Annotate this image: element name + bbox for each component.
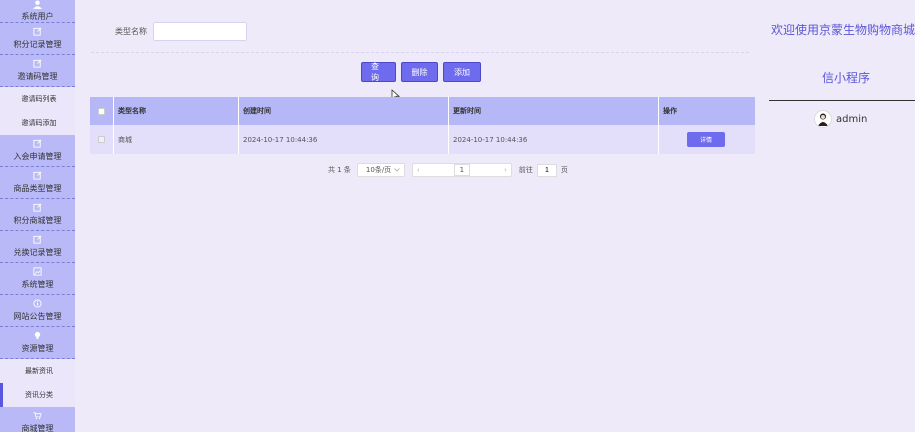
user-info[interactable]: admin	[814, 110, 867, 128]
avatar	[814, 110, 832, 128]
sidebar-item-membership-applications[interactable]: 入会申请管理	[0, 135, 75, 167]
header-divider	[769, 100, 915, 101]
sidebar-item-label: 系统管理	[21, 280, 54, 289]
user-icon	[33, 0, 42, 9]
sidebar-subitem-latest-news[interactable]: 最新资讯	[0, 359, 75, 383]
info-icon	[33, 299, 42, 308]
sidebar-item-label: 商城管理	[21, 424, 54, 432]
right-header-panel: 欢迎使用京蒙生物购物商城微 信小程序 admin	[765, 0, 915, 432]
page-nav: ‹ 1 ›	[411, 163, 512, 177]
row-checkbox[interactable]	[98, 136, 105, 143]
updated-time-cell: 2024-10-17 10:44:36	[449, 125, 659, 154]
welcome-title-line1: 欢迎使用京蒙生物购物商城微	[771, 23, 915, 37]
edit-icon	[33, 27, 42, 36]
user-avatar-icon	[818, 113, 828, 126]
total-count: 共 1 条	[328, 166, 351, 174]
sidebar: 系统用户 积分记录管理 邀请码管理 邀请码列表 邀请码添加 入会申请管理 商品类…	[0, 0, 75, 432]
data-table: 类型名称 创建时间 更新时间 操作 商城 2024-10-17 10:44:36…	[90, 97, 755, 154]
sidebar-subitem-invite-list[interactable]: 邀请码列表	[0, 87, 75, 111]
table-header: 类型名称 创建时间 更新时间 操作	[90, 97, 755, 125]
add-button[interactable]: 添加	[443, 62, 481, 82]
sidebar-item-label: 商品类型管理	[13, 184, 62, 193]
sidebar-item-product-types[interactable]: 商品类型管理	[0, 167, 75, 199]
chevron-down-icon	[394, 168, 400, 172]
sidebar-item-redemption-records[interactable]: 兑换记录管理	[0, 231, 75, 263]
edit-icon	[33, 139, 42, 148]
divider	[91, 52, 749, 53]
sidebar-item-system-management[interactable]: 系统管理	[0, 263, 75, 295]
welcome-title-line2: 信小程序	[822, 71, 871, 85]
delete-button[interactable]: 删除	[401, 62, 438, 82]
goto-label: 前往	[518, 166, 533, 174]
edit-icon	[33, 203, 42, 212]
query-button[interactable]: 查询	[361, 62, 396, 82]
page-number[interactable]: 1	[453, 164, 470, 176]
column-header: 更新时间	[449, 97, 659, 125]
bulb-icon	[34, 331, 41, 339]
sidebar-item-mall-management[interactable]: 商城管理	[0, 407, 75, 432]
image-icon	[33, 267, 42, 276]
edit-icon	[33, 235, 42, 244]
username: admin	[836, 113, 868, 125]
sidebar-subitem-news-categories[interactable]: 资讯分类	[0, 383, 75, 407]
sidebar-subitem-invite-add[interactable]: 邀请码添加	[0, 111, 75, 135]
search-row: 类型名称	[115, 22, 247, 41]
sidebar-item-label: 入会申请管理	[13, 152, 62, 161]
sidebar-item-invite-codes[interactable]: 邀请码管理	[0, 55, 75, 87]
sidebar-item-label: 兑换记录管理	[13, 248, 62, 257]
sidebar-item-label: 资源管理	[21, 344, 54, 353]
column-header: 操作	[663, 107, 677, 115]
sidebar-item-points-mall[interactable]: 积分商城管理	[0, 199, 75, 231]
sidebar-item-label: 邀请码管理	[17, 72, 58, 81]
select-all-checkbox[interactable]	[98, 107, 105, 115]
page-size-value: 10条/页	[365, 166, 392, 174]
type-name-label: 类型名称	[115, 27, 147, 36]
edit-icon	[33, 59, 42, 68]
detail-button[interactable]: 详情	[687, 132, 725, 147]
action-buttons: 查询 删除 添加	[361, 62, 486, 82]
sidebar-item-system-users[interactable]: 系统用户	[0, 0, 75, 23]
cart-icon	[33, 411, 42, 420]
sidebar-item-label: 积分记录管理	[13, 40, 62, 49]
sidebar-item-site-announcements[interactable]: 网站公告管理	[0, 295, 75, 327]
edit-icon	[33, 171, 42, 180]
select-all-cell	[90, 97, 114, 125]
type-name-input[interactable]	[153, 22, 247, 41]
prev-page-icon[interactable]: ‹	[417, 166, 420, 174]
next-page-icon[interactable]: ›	[504, 166, 507, 174]
column-header: 创建时间	[239, 97, 449, 125]
created-time-cell: 2024-10-17 10:44:36	[239, 125, 449, 154]
pagination: 共 1 条 10条/页 ‹ 1 › 前往 页	[328, 163, 568, 177]
sidebar-item-points-records[interactable]: 积分记录管理	[0, 23, 75, 55]
page-size-select[interactable]: 10条/页	[356, 163, 405, 177]
type-name-cell: 商城	[114, 125, 239, 154]
goto-page-input[interactable]	[536, 163, 557, 177]
row-select-cell	[90, 125, 114, 154]
page-unit-label: 页	[560, 166, 568, 174]
action-cell: 详情	[659, 125, 755, 154]
column-header: 类型名称	[114, 97, 239, 125]
table-row: 商城 2024-10-17 10:44:36 2024-10-17 10:44:…	[90, 125, 755, 154]
sidebar-item-label: 网站公告管理	[13, 312, 62, 321]
sidebar-item-resources[interactable]: 资源管理	[0, 327, 75, 359]
sidebar-item-label: 积分商城管理	[13, 216, 62, 225]
sidebar-item-label: 系统用户	[21, 12, 54, 21]
main-content: 类型名称 查询 删除 添加 类型名称 创建时间 更新时间 操作 商城 2024-…	[75, 0, 765, 432]
